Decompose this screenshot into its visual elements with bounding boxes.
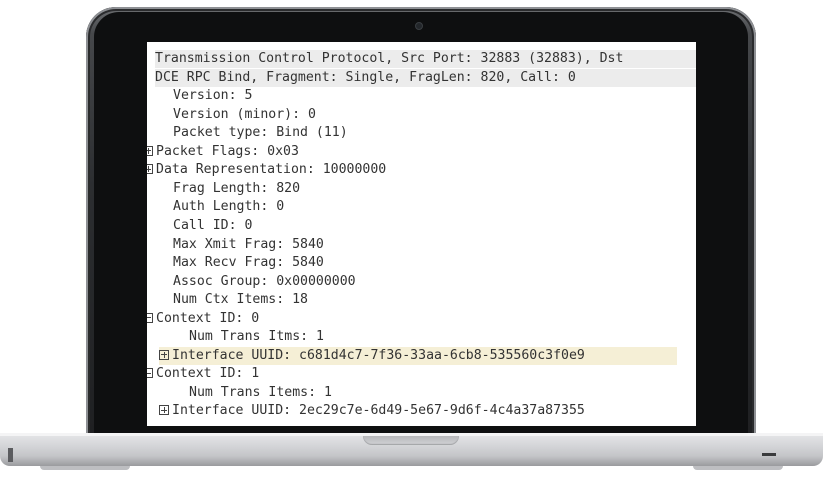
laptop-foot-right bbox=[693, 466, 783, 470]
expand-icon[interactable] bbox=[147, 164, 153, 175]
tree-row[interactable]: Packet Flags: 0x03 bbox=[147, 143, 299, 161]
tree-row-label: Packet Flags: 0x03 bbox=[156, 143, 299, 159]
tree-row-label: Data Representation: 10000000 bbox=[156, 162, 387, 178]
tree-row-label: Interface UUID: 2ec29c7e-6d49-5e67-9d6f-… bbox=[172, 403, 585, 419]
tree-row-label: Call ID: 0 bbox=[173, 217, 253, 233]
tree-row[interactable]: Num Trans Itms: 1 bbox=[189, 328, 324, 346]
tree-row[interactable]: Num Ctx Items: 18 bbox=[173, 291, 308, 309]
tree-row[interactable]: Interface UUID: 2ec29c7e-6d49-5e67-9d6f-… bbox=[159, 402, 585, 420]
tree-row[interactable]: Context ID: 0 bbox=[147, 310, 259, 328]
tree-row-label: Max Recv Frag: 5840 bbox=[173, 255, 324, 271]
tree-row-label: Auth Length: 0 bbox=[173, 199, 285, 215]
laptop-foot-left bbox=[40, 466, 130, 470]
tree-row-label: Assoc Group: 0x00000000 bbox=[173, 273, 356, 289]
laptop-opening-notch bbox=[363, 436, 459, 445]
tree-row[interactable]: Version: 5 bbox=[173, 87, 252, 105]
tree-row-label: Transmission Control Protocol, Src Port:… bbox=[155, 51, 624, 66]
tree-header-row[interactable]: Transmission Control Protocol, Src Port:… bbox=[155, 50, 696, 68]
tree-row-label: Context ID: 0 bbox=[156, 310, 260, 326]
packet-details-pane[interactable]: Transmission Control Protocol, Src Port:… bbox=[147, 42, 696, 426]
tree-row[interactable]: Interface UUID: c681d4c7-7f36-33aa-6cb8-… bbox=[159, 346, 677, 365]
tree-row[interactable]: Max Recv Frag: 5840 bbox=[173, 254, 324, 272]
laptop-port bbox=[8, 448, 13, 462]
laptop-side-indicator bbox=[762, 453, 776, 456]
tree-row-label: Version: 5 bbox=[173, 88, 253, 104]
tree-row-label: Interface UUID: c681d4c7-7f36-33aa-6cb8-… bbox=[172, 347, 585, 363]
tree-row-label: Packet type: Bind (11) bbox=[173, 125, 348, 141]
collapse-icon[interactable] bbox=[147, 312, 153, 323]
tree-row-label: Num Trans Items: 1 bbox=[189, 384, 332, 400]
tree-row[interactable]: Max Xmit Frag: 5840 bbox=[173, 236, 324, 254]
tree-row[interactable]: Call ID: 0 bbox=[173, 217, 252, 235]
tree-row-label: Frag Length: 820 bbox=[173, 180, 301, 196]
tree-row[interactable]: Assoc Group: 0x00000000 bbox=[173, 273, 356, 291]
tree-row-label: DCE RPC Bind, Fragment: Single, FragLen:… bbox=[155, 69, 576, 85]
tree-row[interactable]: Context ID: 1 bbox=[147, 365, 259, 383]
expand-icon[interactable] bbox=[147, 145, 153, 156]
tree-row[interactable]: Version (minor): 0 bbox=[173, 106, 316, 124]
tree-row[interactable]: Packet type: Bind (11) bbox=[173, 124, 348, 142]
tree-row-label: Num Ctx Items: 18 bbox=[173, 292, 308, 308]
tree-row-label: Version (minor): 0 bbox=[173, 106, 316, 122]
webcam-icon bbox=[415, 22, 423, 30]
expand-icon[interactable] bbox=[159, 405, 169, 416]
expand-icon[interactable] bbox=[159, 349, 169, 360]
collapse-icon[interactable] bbox=[147, 368, 153, 379]
tree-row-label: Num Trans Itms: 1 bbox=[189, 329, 324, 345]
tree-row[interactable]: Num Trans Items: 1 bbox=[189, 384, 332, 402]
tree-row[interactable]: Auth Length: 0 bbox=[173, 198, 284, 216]
tree-row-label: Max Xmit Frag: 5840 bbox=[173, 236, 324, 252]
tree-row-label: Context ID: 1 bbox=[156, 366, 260, 382]
tree-header-row[interactable]: DCE RPC Bind, Fragment: Single, FragLen:… bbox=[155, 68, 696, 87]
tree-row[interactable]: Data Representation: 10000000 bbox=[147, 161, 386, 179]
tree-row[interactable]: Frag Length: 820 bbox=[173, 180, 300, 198]
